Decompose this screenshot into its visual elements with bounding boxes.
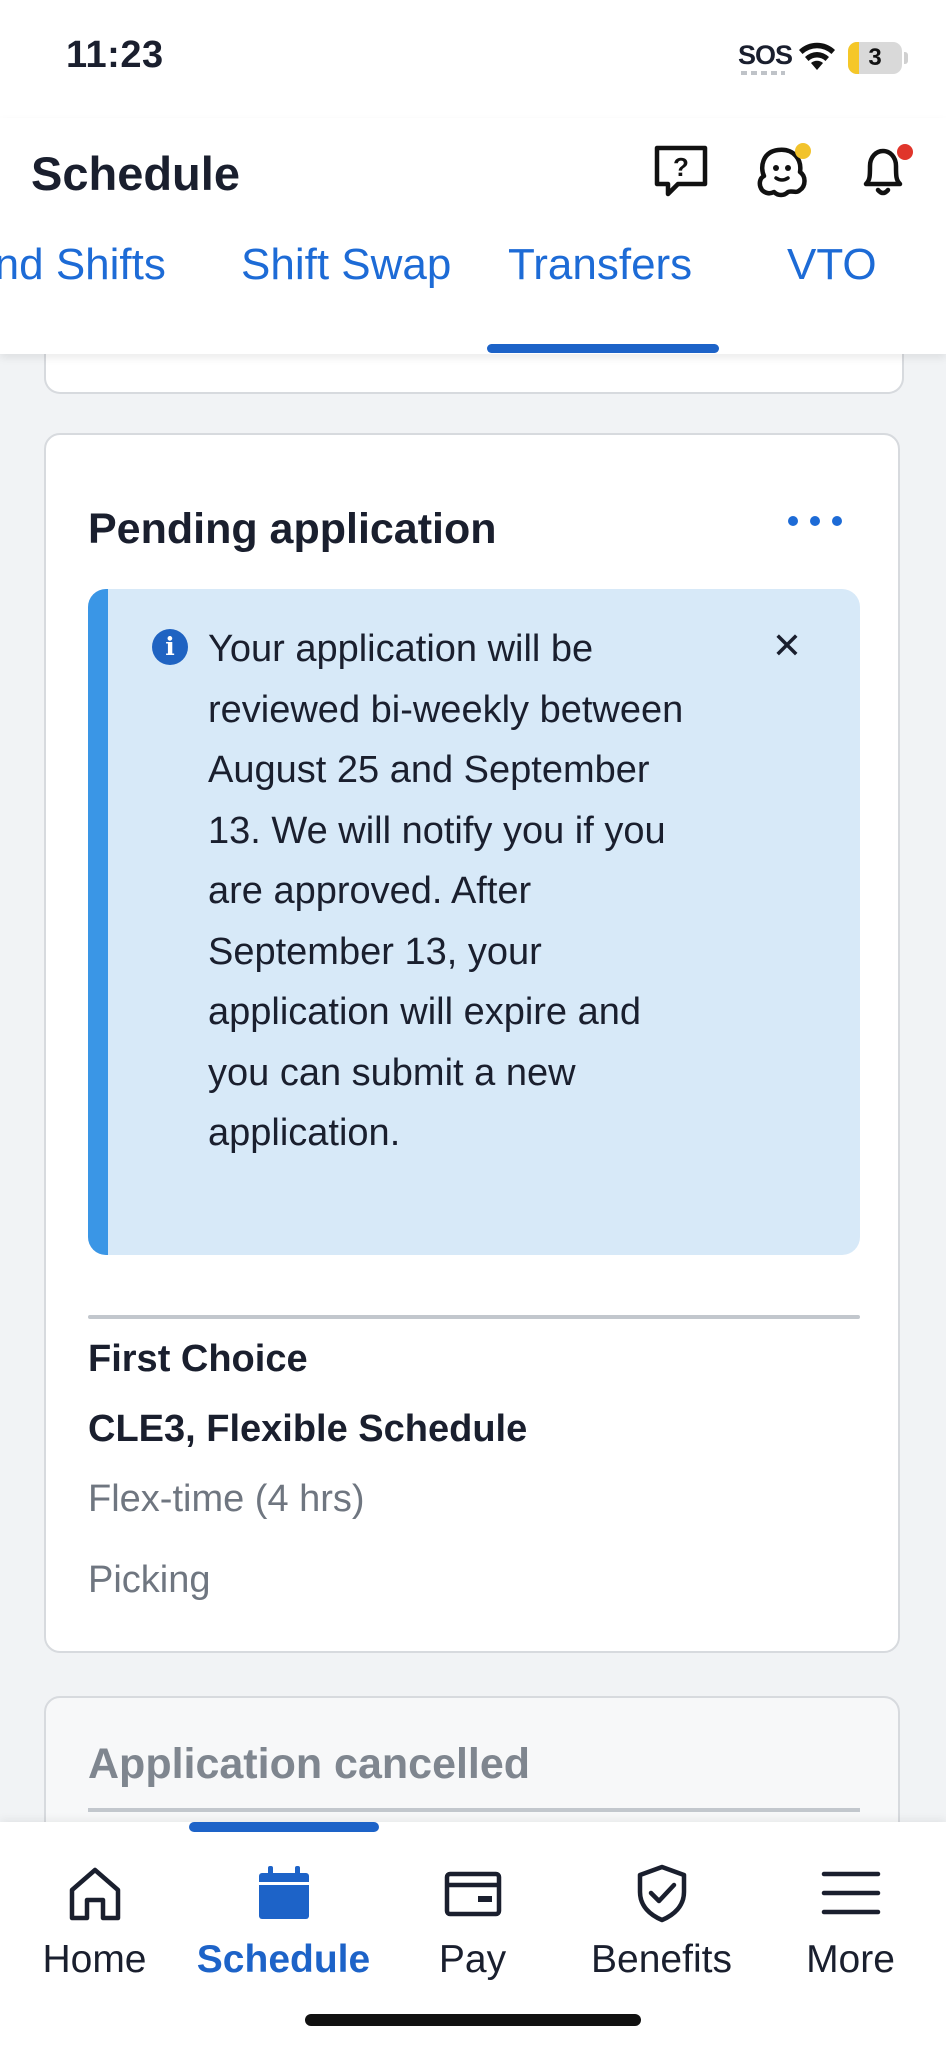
nav-label: More bbox=[806, 1938, 895, 1981]
active-tab-indicator bbox=[487, 344, 719, 353]
assistant-ghost-icon[interactable] bbox=[748, 138, 814, 204]
tab-shift-swap[interactable]: Shift Swap bbox=[241, 236, 451, 354]
help-chat-icon[interactable]: ? bbox=[648, 138, 714, 204]
card-title: Application cancelled bbox=[88, 1740, 531, 1788]
divider bbox=[88, 1808, 860, 1812]
tab-find-shifts[interactable]: Find Shifts bbox=[0, 236, 166, 354]
sos-indicator: SOS bbox=[738, 40, 793, 70]
app-header: Schedule ? Find Shifts Shift Swap Transf… bbox=[0, 118, 946, 354]
choice-role: Picking bbox=[88, 1559, 211, 1601]
shield-check-icon bbox=[637, 1864, 687, 1923]
calendar-icon bbox=[259, 1866, 309, 1919]
schedule-tabs: Find Shifts Shift Swap Transfers VTO bbox=[0, 236, 946, 354]
notifications-bell-icon[interactable] bbox=[850, 138, 916, 204]
nav-label: Benefits bbox=[591, 1938, 732, 1981]
home-indicator bbox=[305, 2014, 641, 2026]
active-nav-indicator bbox=[189, 1822, 379, 1832]
choice-shift-time: Flex-time (4 hrs) bbox=[88, 1478, 365, 1520]
tab-transfers[interactable]: Transfers bbox=[508, 236, 692, 354]
nav-home[interactable]: Home bbox=[0, 1842, 189, 1982]
nav-label: Home bbox=[42, 1938, 147, 1981]
status-time: 11:23 bbox=[66, 34, 164, 76]
nav-schedule[interactable]: Schedule bbox=[189, 1842, 378, 1982]
nav-pay[interactable]: Pay bbox=[378, 1842, 567, 1982]
close-icon[interactable]: ✕ bbox=[764, 623, 810, 669]
nav-label: Schedule bbox=[196, 1938, 371, 1981]
signal-dots-icon bbox=[741, 71, 785, 75]
tab-vto[interactable]: VTO bbox=[787, 236, 877, 354]
menu-icon bbox=[821, 1871, 881, 1915]
nav-benefits[interactable]: Benefits bbox=[567, 1842, 756, 1982]
wifi-icon bbox=[799, 42, 835, 70]
more-options-icon[interactable] bbox=[780, 495, 850, 545]
svg-text:?: ? bbox=[673, 152, 689, 182]
battery-level: 3 bbox=[868, 44, 882, 71]
home-icon bbox=[69, 1867, 121, 1921]
wallet-icon bbox=[444, 1871, 502, 1917]
nav-more[interactable]: More bbox=[756, 1842, 945, 1982]
alert-message: Your application will be reviewed bi-wee… bbox=[208, 628, 684, 1154]
nav-label: Pay bbox=[438, 1938, 507, 1981]
battery-icon: 3 bbox=[848, 42, 902, 74]
pending-application-card: Pending application i Your application w… bbox=[44, 433, 900, 1653]
info-icon: i bbox=[152, 629, 188, 665]
divider bbox=[88, 1315, 860, 1319]
page-title: Schedule bbox=[31, 147, 240, 200]
choice-label: First Choice bbox=[88, 1338, 308, 1380]
status-bar: 11:23 SOS 3 bbox=[0, 0, 946, 118]
choice-site: CLE3, Flexible Schedule bbox=[88, 1408, 528, 1450]
card-title: Pending application bbox=[88, 505, 497, 553]
info-alert: i Your application will be reviewed bi-w… bbox=[88, 589, 860, 1255]
